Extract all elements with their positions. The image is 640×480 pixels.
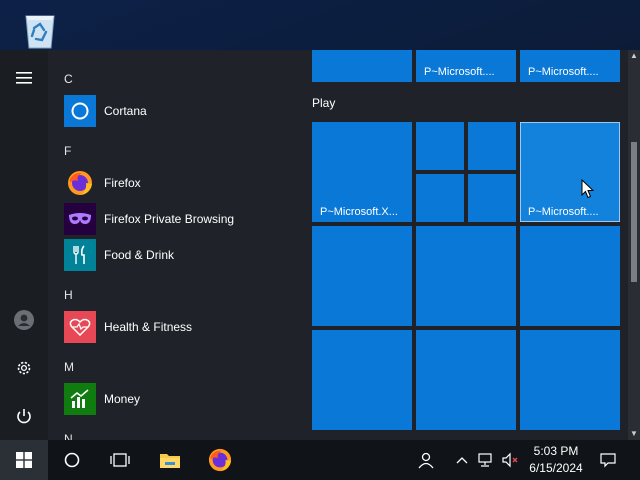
tile-row3-3[interactable]: [520, 330, 620, 430]
firefox-private-mask-icon: [64, 203, 96, 235]
scroll-down-arrow-icon[interactable]: ▼: [628, 428, 640, 440]
firefox-icon: [64, 167, 96, 199]
tile-label: P~Microsoft....: [424, 66, 495, 78]
tile-group-title[interactable]: Play: [312, 96, 335, 110]
system-clock[interactable]: 5:03 PM 6/15/2024: [520, 443, 592, 477]
app-money[interactable]: Money: [56, 381, 292, 417]
tile-label: P~Microsoft.X...: [320, 206, 398, 218]
hamburger-menu-icon[interactable]: [6, 60, 42, 96]
windows-logo-icon[interactable]: [0, 440, 48, 480]
letter-header-c[interactable]: C: [64, 72, 73, 86]
scroll-up-arrow-icon[interactable]: ▲: [628, 50, 640, 62]
app-food-and-drink[interactable]: Food & Drink: [56, 237, 292, 273]
cortana-ring-icon: [64, 95, 96, 127]
letter-header-n[interactable]: N: [64, 432, 73, 440]
recycle-bin-icon[interactable]: [18, 6, 62, 52]
notification-icon[interactable]: [592, 440, 624, 480]
file-explorer-icon[interactable]: [146, 440, 194, 480]
tile-row2-2[interactable]: [416, 226, 516, 326]
tile-top-right[interactable]: P~Microsoft....: [520, 50, 620, 82]
task-view-icon[interactable]: [96, 440, 144, 480]
app-list: C Cortana F Firefox Firefox Private Brow…: [48, 50, 296, 440]
clock-time: 5:03 PM: [533, 444, 579, 458]
power-icon[interactable]: [6, 398, 42, 434]
tile-row2-3[interactable]: [520, 226, 620, 326]
people-icon[interactable]: [404, 440, 448, 480]
app-firefox[interactable]: Firefox: [56, 165, 292, 201]
tile-row2-1[interactable]: [312, 226, 412, 326]
app-label: Firefox Private Browsing: [104, 212, 235, 226]
tiles-scrollbar[interactable]: ▲ ▼: [628, 50, 640, 440]
app-label: Firefox: [104, 176, 141, 190]
app-firefox-private-browsing[interactable]: Firefox Private Browsing: [56, 201, 292, 237]
search-circle-icon[interactable]: [48, 440, 96, 480]
app-label: Food & Drink: [104, 248, 175, 262]
tile-small-4[interactable]: [468, 174, 516, 222]
app-health-and-fitness[interactable]: Health & Fitness: [56, 309, 292, 345]
tile-top-left[interactable]: [312, 50, 412, 82]
user-avatar-icon[interactable]: [6, 302, 42, 338]
tile-label: P~Microsoft....: [528, 206, 599, 218]
chevron-up-icon[interactable]: [450, 440, 474, 480]
tile-row3-2[interactable]: [416, 330, 516, 430]
letter-header-m[interactable]: M: [64, 360, 74, 374]
tile-label: P~Microsoft....: [528, 66, 599, 78]
tile-small-2[interactable]: [468, 122, 516, 170]
tiles-area: P~Microsoft.... P~Microsoft.... Play P~M…: [296, 50, 640, 440]
money-chart-icon: [64, 383, 96, 415]
start-rail: [0, 50, 48, 440]
tile-row3-1[interactable]: [312, 330, 412, 430]
app-label: Cortana: [104, 104, 147, 118]
letter-header-f[interactable]: F: [64, 144, 71, 158]
tile-top-middle[interactable]: P~Microsoft....: [416, 50, 516, 82]
volume-muted-icon[interactable]: [498, 440, 522, 480]
app-label: Health & Fitness: [104, 320, 193, 334]
tile-play-hover[interactable]: P~Microsoft....: [520, 122, 620, 222]
tile-play-large[interactable]: P~Microsoft.X...: [312, 122, 412, 222]
tile-small-3[interactable]: [416, 174, 464, 222]
clock-date: 6/15/2024: [529, 461, 583, 475]
network-icon[interactable]: [474, 440, 498, 480]
tile-small-1[interactable]: [416, 122, 464, 170]
start-menu: C Cortana F Firefox Firefox Private Brow…: [0, 50, 640, 440]
app-cortana[interactable]: Cortana: [56, 93, 292, 129]
heart-pulse-icon: [64, 311, 96, 343]
mouse-cursor-icon: [581, 178, 595, 199]
letter-header-h[interactable]: H: [64, 288, 73, 302]
settings-gear-icon[interactable]: [6, 350, 42, 386]
taskbar: 5:03 PM 6/15/2024: [0, 440, 640, 480]
scroll-thumb[interactable]: [631, 142, 637, 282]
app-label: Money: [104, 392, 141, 406]
firefox-icon[interactable]: [196, 440, 244, 480]
fork-knife-icon: [64, 239, 96, 271]
